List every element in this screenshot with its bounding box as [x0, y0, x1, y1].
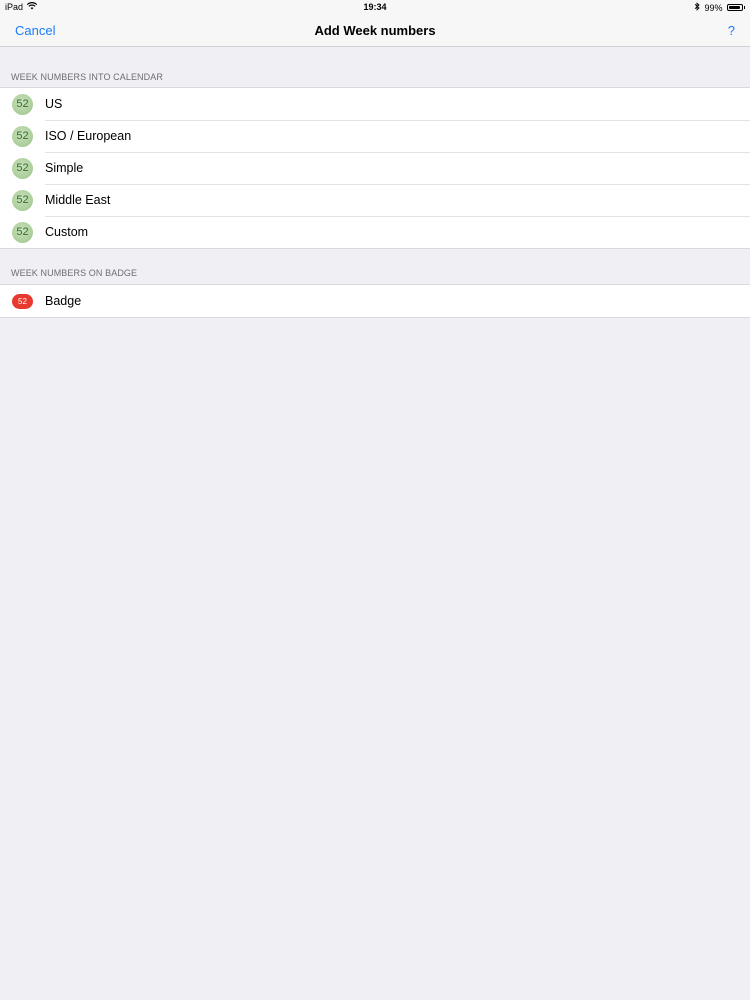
- bluetooth-icon: [694, 2, 701, 13]
- list-item-label: Custom: [45, 225, 89, 239]
- calendar-options-list: 52 US 52 ISO / European 52 Simple 52 Mid…: [0, 87, 750, 249]
- week-number-icon: 52: [12, 125, 33, 147]
- list-item-custom[interactable]: 52 Custom: [0, 216, 750, 248]
- list-item-label: ISO / European: [45, 129, 132, 143]
- battery-tip: [743, 6, 745, 9]
- status-time: 19:34: [363, 2, 387, 12]
- list-item-label: Simple: [45, 161, 84, 175]
- list-item-simple[interactable]: 52 Simple: [0, 152, 750, 184]
- help-button[interactable]: ?: [728, 23, 735, 38]
- list-item-label: Badge: [45, 294, 82, 308]
- week-number-icon: 52: [12, 157, 33, 179]
- navigation-bar: Cancel Add Week numbers ?: [0, 14, 750, 47]
- list-item-badge[interactable]: 52 Badge: [0, 285, 750, 317]
- list-item-middle-east[interactable]: 52 Middle East: [0, 184, 750, 216]
- status-bar: iPad 19:34 99%: [0, 0, 750, 14]
- badge-icon: 52: [12, 293, 33, 309]
- page-title: Add Week numbers: [314, 23, 436, 38]
- list-item-label: US: [45, 97, 63, 111]
- list-item-us[interactable]: 52 US: [0, 88, 750, 120]
- week-number-icon: 52: [12, 189, 33, 211]
- week-number-icon: 52: [12, 221, 33, 243]
- battery-percent: 99%: [704, 2, 723, 13]
- battery-icon: [726, 4, 743, 11]
- section-header-calendar: WEEK NUMBERS INTO CALENDAR: [11, 72, 163, 82]
- week-number-icon: 52: [12, 93, 33, 115]
- battery-fill: [728, 6, 741, 9]
- section-header-badge: WEEK NUMBERS ON BADGE: [11, 268, 138, 278]
- status-right: 99%: [694, 2, 745, 13]
- list-item-label: Middle East: [45, 193, 111, 207]
- list-item-iso-european[interactable]: 52 ISO / European: [0, 120, 750, 152]
- badge-options-list: 52 Badge: [0, 284, 750, 318]
